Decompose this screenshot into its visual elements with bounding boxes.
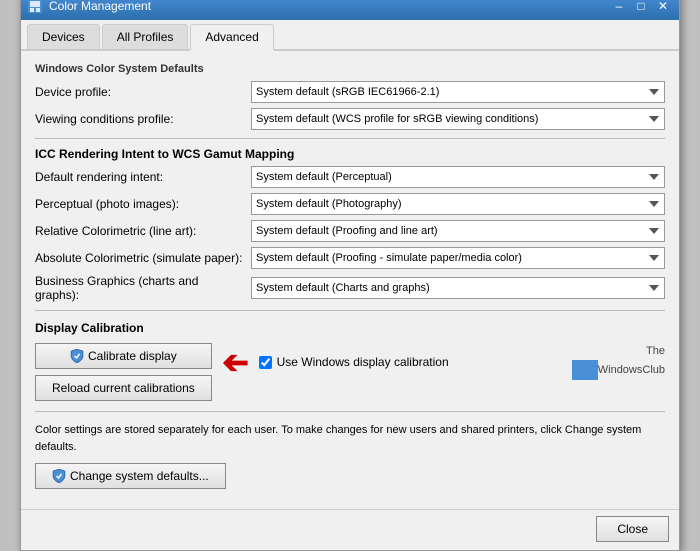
business-row: Business Graphics (charts and graphs): S… [35, 274, 665, 302]
calibration-section: Display Calibration Calibrate display [35, 321, 665, 401]
color-management-window: Color Management – □ ✕ Devices All Profi… [20, 0, 680, 551]
absolute-label: Absolute Colorimetric (simulate paper): [35, 251, 245, 265]
maximize-button[interactable]: □ [631, 0, 651, 15]
relative-select[interactable]: System default (Proofing and line art) [251, 220, 665, 242]
bottom-btn-row: Change system defaults... [35, 463, 665, 489]
dialog-footer: Close [21, 509, 679, 550]
calibrate-btn-label: Calibrate display [88, 349, 177, 363]
tab-content: Windows Color System Defaults Device pro… [21, 51, 679, 501]
use-windows-calibration-checkbox[interactable] [259, 356, 272, 369]
calibration-title: Display Calibration [35, 321, 665, 335]
window-title: Color Management [49, 0, 151, 13]
tab-advanced[interactable]: Advanced [190, 24, 273, 51]
device-profile-label: Device profile: [35, 85, 245, 99]
watermark-line1: The [646, 345, 665, 357]
reload-calibrations-button[interactable]: Reload current calibrations [35, 375, 212, 401]
tabs-bar: Devices All Profiles Advanced [21, 20, 679, 51]
change-system-defaults-button[interactable]: Change system defaults... [35, 463, 226, 489]
shield-icon-defaults [52, 469, 66, 483]
viewing-conditions-select[interactable]: System default (WCS profile for sRGB vie… [251, 108, 665, 130]
close-button[interactable]: Close [596, 516, 669, 542]
shield-icon [70, 349, 84, 363]
section1-title: Windows Color System Defaults [35, 63, 665, 75]
business-select[interactable]: System default (Charts and graphs) [251, 277, 665, 299]
absolute-select[interactable]: System default (Proofing - simulate pape… [251, 247, 665, 269]
viewing-conditions-row: Viewing conditions profile: System defau… [35, 108, 665, 130]
red-arrow-icon: ➔ [222, 343, 249, 381]
bottom-description: Color settings are stored separately for… [35, 422, 665, 455]
default-rendering-row: Default rendering intent: System default… [35, 166, 665, 188]
perceptual-label: Perceptual (photo images): [35, 197, 245, 211]
device-profile-row: Device profile: System default (sRGB IEC… [35, 81, 665, 103]
perceptual-select[interactable]: System default (Photography) [251, 193, 665, 215]
relative-label: Relative Colorimetric (line art): [35, 224, 245, 238]
absolute-row: Absolute Colorimetric (simulate paper): … [35, 247, 665, 269]
minimize-button[interactable]: – [609, 0, 629, 15]
perceptual-row: Perceptual (photo images): System defaul… [35, 193, 665, 215]
viewing-conditions-label: Viewing conditions profile: [35, 112, 245, 126]
use-windows-calibration-row: Use Windows display calibration [259, 355, 555, 369]
calibrate-display-button[interactable]: Calibrate display [35, 343, 212, 369]
relative-row: Relative Colorimetric (line art): System… [35, 220, 665, 242]
arrow-area: ➔ Use Windows display calibration The Wi… [222, 343, 665, 381]
business-label: Business Graphics (charts and graphs): [35, 274, 245, 302]
default-rendering-select[interactable]: System default (Perceptual) [251, 166, 665, 188]
use-windows-calibration-label: Use Windows display calibration [277, 355, 449, 369]
watermark-box [572, 360, 598, 380]
section2-title: ICC Rendering Intent to WCS Gamut Mappin… [35, 147, 665, 161]
change-defaults-btn-label: Change system defaults... [70, 469, 209, 483]
close-window-button[interactable]: ✕ [653, 0, 673, 15]
reload-btn-label: Reload current calibrations [52, 381, 195, 395]
default-rendering-label: Default rendering intent: [35, 170, 245, 184]
calibration-inner: Calibrate display Reload current calibra… [35, 343, 665, 401]
window-icon [27, 0, 43, 14]
watermark-line2: WindowsClub [598, 364, 665, 376]
tab-devices[interactable]: Devices [27, 24, 100, 49]
watermark: The WindowsClub [565, 344, 665, 379]
tab-all-profiles[interactable]: All Profiles [102, 24, 189, 49]
title-bar: Color Management – □ ✕ [21, 0, 679, 20]
device-profile-select[interactable]: System default (sRGB IEC61966-2.1) [251, 81, 665, 103]
